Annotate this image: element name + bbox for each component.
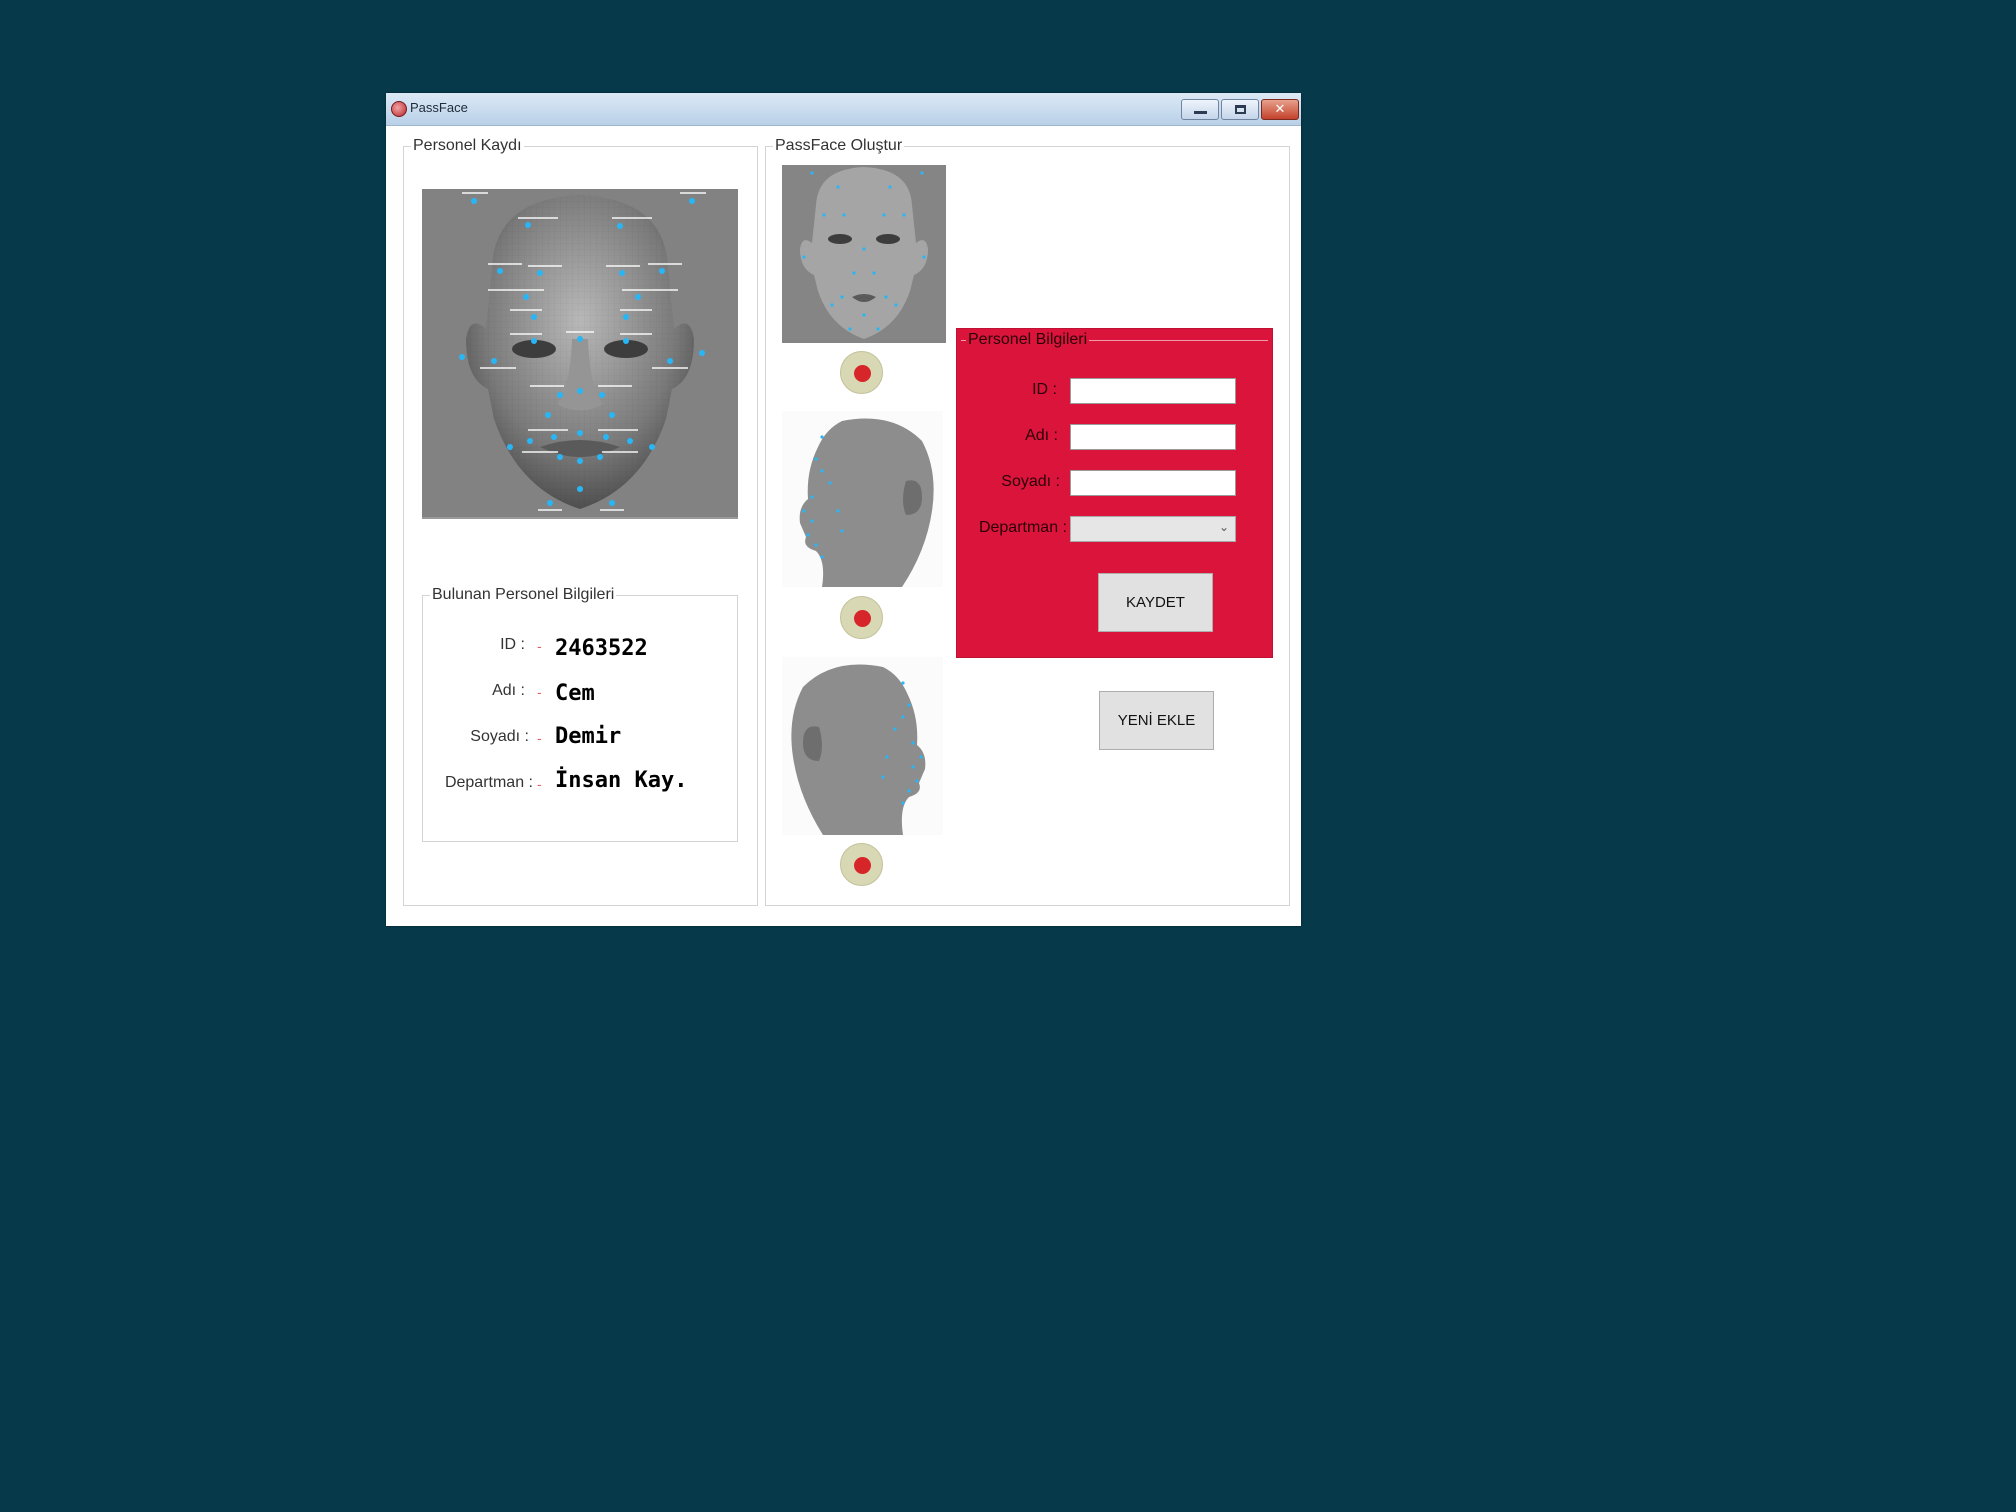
adi-label: Adı : <box>1025 427 1058 444</box>
soyadi-label: Soyadı : <box>1001 473 1060 490</box>
record-icon <box>854 857 871 874</box>
id-input[interactable] <box>1070 378 1236 404</box>
found-id-label: ID : <box>500 636 525 653</box>
bulunan-personel-label: Bulunan Personel Bilgileri <box>430 586 617 604</box>
found-departman-label: Departman : <box>444 774 533 791</box>
found-id-dash: - <box>537 638 542 654</box>
window-title: PassFace <box>410 100 468 115</box>
title-bar[interactable]: PassFace ✕ <box>386 93 1301 126</box>
found-id-value: 2463522 <box>555 636 648 661</box>
found-departman-value: İnsan Kay. <box>555 768 688 793</box>
found-soyadi-label: Soyadı : <box>470 728 529 745</box>
departman-label: Departman : <box>978 519 1067 536</box>
face-left-profile-thumbnail <box>782 411 943 587</box>
id-label: ID : <box>1032 381 1057 398</box>
minimize-icon <box>1193 111 1207 114</box>
chevron-down-icon: ⌄ <box>1218 520 1229 534</box>
face-front-thumbnail <box>782 165 946 343</box>
passface-olustur-label: PassFace Oluştur <box>773 137 905 155</box>
face-right-profile-thumbnail <box>782 657 943 835</box>
record-icon <box>854 365 871 382</box>
adi-input[interactable] <box>1070 424 1236 450</box>
personel-kaydi-label: Personel Kaydı <box>411 137 524 155</box>
yeni-ekle-button[interactable]: YENİ EKLE <box>1099 691 1214 750</box>
minimize-button[interactable] <box>1181 99 1219 120</box>
maximize-icon <box>1234 105 1246 114</box>
close-button[interactable]: ✕ <box>1261 99 1299 120</box>
face-mesh-front-image <box>422 189 738 519</box>
record-icon <box>854 610 871 627</box>
maximize-button[interactable] <box>1221 99 1259 120</box>
app-icon <box>391 101 407 117</box>
found-adi-value: Cem <box>555 681 595 706</box>
found-adi-dash: - <box>537 684 542 700</box>
record-front-button[interactable] <box>840 351 883 394</box>
record-left-button[interactable] <box>840 596 883 639</box>
bulunan-personel-group: Bulunan Personel Bilgileri <box>422 586 738 842</box>
found-adi-label: Adı : <box>492 682 525 699</box>
soyadi-input[interactable] <box>1070 470 1236 496</box>
found-soyadi-value: Demir <box>555 724 622 749</box>
record-right-button[interactable] <box>840 843 883 886</box>
departman-select[interactable]: ⌄ <box>1070 516 1236 542</box>
personel-bilgileri-label: Personel Bilgileri <box>966 331 1090 349</box>
found-departman-dash: - <box>537 776 542 792</box>
kaydet-button[interactable]: KAYDET <box>1098 573 1213 632</box>
close-icon: ✕ <box>1274 102 1286 117</box>
personel-bilgileri-panel: Personel Bilgileri ID : Adı : Soyadı : D… <box>956 328 1273 658</box>
found-soyadi-dash: - <box>537 730 542 746</box>
